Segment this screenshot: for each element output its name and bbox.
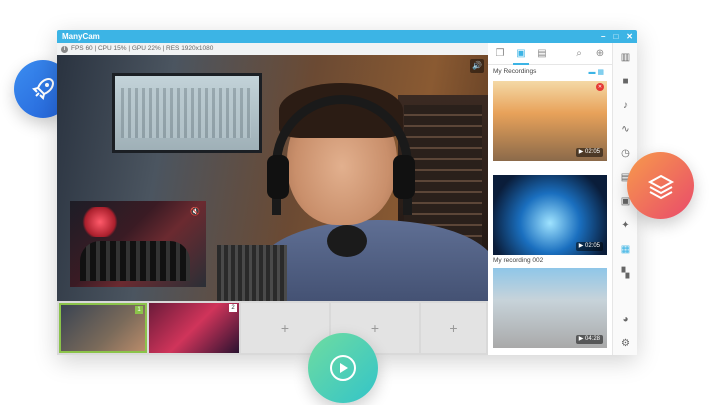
earcup-right <box>393 155 415 199</box>
main-video-preview[interactable]: 🔊 🔇 <box>57 55 488 301</box>
rocket-icon <box>32 77 55 100</box>
scene-thumbnail-1[interactable]: 1 <box>59 303 147 353</box>
add-scene-button[interactable]: + <box>421 303 486 353</box>
recording-duration: ▶ 02:05 <box>575 242 603 251</box>
drawing-icon[interactable]: ∿ <box>619 123 632 136</box>
history-icon[interactable]: ◷ <box>619 147 632 160</box>
app-title: ManyCam <box>62 32 100 41</box>
recordings-panel: My Recordings ▬ ▦ ✕ ▶ 02:05 ▶ 02:05 My r… <box>488 65 612 355</box>
tab-media-icon[interactable]: ❐ <box>494 48 506 60</box>
microphone <box>327 225 367 257</box>
panel-heading: My Recordings <box>493 68 537 75</box>
promo-stage: ManyCam – □ ✕ i FPS 60 | CPU 15% | GPU 2… <box>0 0 711 405</box>
audio-icon[interactable]: ♪ <box>619 99 632 112</box>
delete-icon[interactable]: ✕ <box>596 83 604 91</box>
account-icon[interactable]: ◕ <box>619 313 632 326</box>
effects-wand-icon[interactable]: ✦ <box>619 219 632 232</box>
settings-gear-icon[interactable]: ⚙ <box>619 337 632 350</box>
layers-badge <box>627 152 694 219</box>
widgets-icon[interactable]: ▚ <box>619 267 632 280</box>
layers-icon <box>647 174 674 199</box>
minimize-button[interactable]: – <box>601 30 605 43</box>
window-controls: – □ ✕ <box>601 30 633 43</box>
recording-thumbnail-2[interactable]: ▶ 02:05 <box>493 175 607 255</box>
recording-thumbnail-3[interactable]: ▶ 04:28 <box>493 268 607 348</box>
close-button[interactable]: ✕ <box>626 30 633 43</box>
dj-deck <box>80 241 190 281</box>
tab-recordings-icon[interactable]: ▣ <box>513 48 529 65</box>
mixer-desk <box>217 245 287 301</box>
scene-number: 2 <box>229 304 237 312</box>
search-icon[interactable]: ⌕ <box>573 48 585 60</box>
video-sources-icon[interactable]: ■ <box>619 75 632 88</box>
recording-thumbnail-1[interactable]: ✕ ▶ 02:05 <box>493 81 607 161</box>
tab-images-icon[interactable]: ▤ <box>536 48 548 60</box>
info-icon[interactable]: i <box>61 45 68 53</box>
panel-tabs: ❐ ▣ ▤ ⌕ ⊕ <box>488 43 612 65</box>
view-toggle[interactable]: ▬ ▦ <box>588 68 604 76</box>
recordings-icon[interactable]: ▦ <box>619 243 632 256</box>
add-icon[interactable]: ⊕ <box>594 48 606 60</box>
recording-duration: ▶ 02:05 <box>575 148 603 157</box>
volume-icon[interactable]: 🔊 <box>470 59 484 73</box>
status-text: FPS 60 | CPU 15% | GPU 22% | RES 1920x10… <box>71 45 214 52</box>
status-bar: i FPS 60 | CPU 15% | GPU 22% | RES 1920x… <box>57 43 488 55</box>
earcup-left <box>267 155 289 199</box>
scene-row: 1 2 + + + <box>57 301 488 355</box>
scene-thumbnail-2[interactable]: 2 <box>149 303 239 353</box>
mute-icon[interactable]: 🔇 <box>190 207 200 216</box>
play-badge[interactable] <box>308 333 378 403</box>
picture-in-picture[interactable]: 🔇 <box>70 201 206 287</box>
recording-duration: ▶ 04:28 <box>575 335 603 344</box>
scene-number: 1 <box>135 306 143 314</box>
studio-monitor <box>112 73 262 153</box>
play-icon <box>330 355 356 381</box>
maximize-button[interactable]: □ <box>613 30 618 43</box>
stage-light <box>80 207 120 237</box>
presets-icon[interactable]: ▥ <box>619 51 632 64</box>
recording-label: My recording 002 <box>493 257 544 264</box>
title-bar: ManyCam – □ ✕ <box>57 30 637 43</box>
